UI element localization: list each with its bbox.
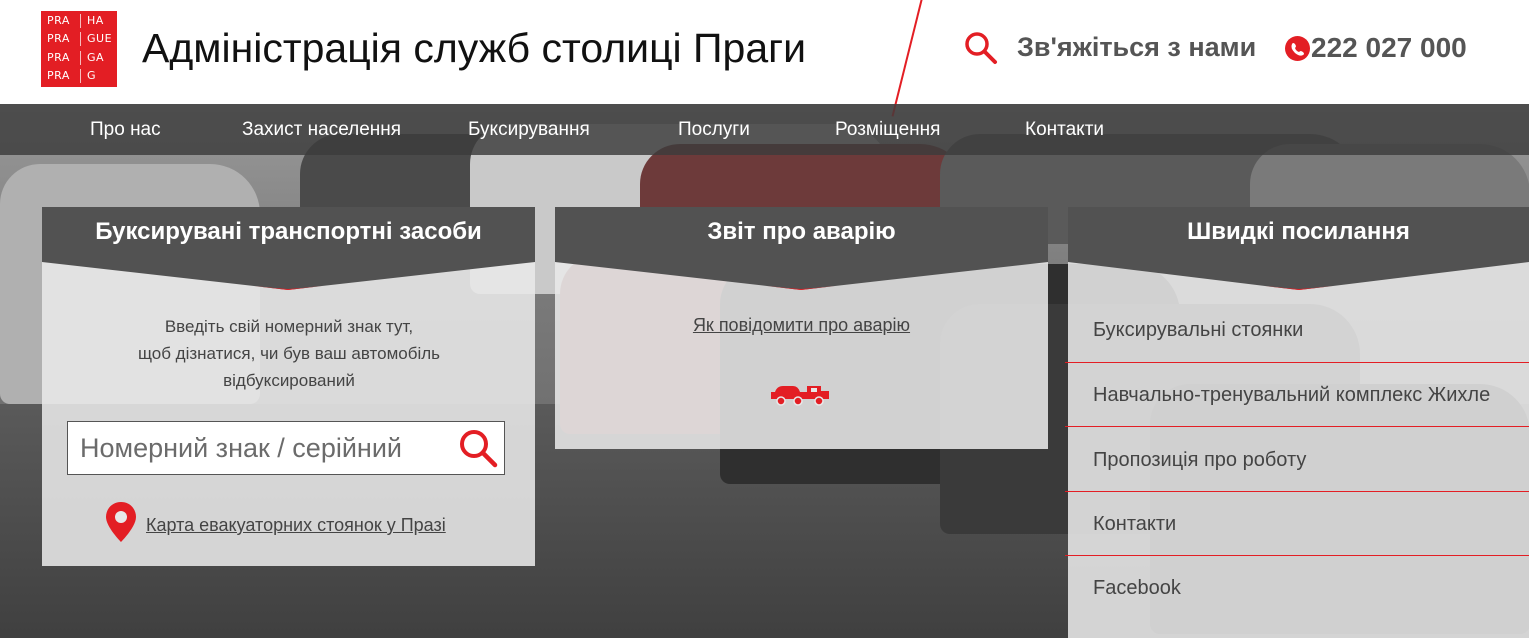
quick-link-facebook[interactable]: Facebook — [1093, 577, 1181, 600]
description-line: Введіть свій номерний знак тут, — [164, 317, 414, 336]
quick-link-training-complex[interactable]: Навчально-тренувальний комплекс Жихле — [1093, 384, 1490, 407]
logo-text-line: PRA HA — [47, 14, 117, 28]
logo-text: PRA — [47, 50, 70, 64]
quick-link-tow-lots[interactable]: Буксирувальні стоянки — [1093, 319, 1303, 342]
towed-description: Введіть свій номерний знак тут, щоб дізн… — [42, 313, 536, 394]
quick-links-panel: Швидкі посилання — [1068, 207, 1529, 638]
site-header: PRA HA PRA GUE PRA GA PRA G Адміністрація служб… — [0, 0, 1529, 117]
location-pin-icon — [106, 502, 136, 542]
license-plate-input[interactable] — [67, 421, 505, 475]
tow-truck-icon — [771, 386, 829, 406]
logo-text: G — [87, 68, 97, 82]
prague-logo[interactable]: PRA HA PRA GUE PRA GA PRA G — [41, 11, 117, 87]
logo-separator — [80, 32, 81, 47]
description-line: щоб дізнатися, чи був ваш автомобіль — [137, 344, 441, 363]
nav-item-contacts[interactable]: Контакти — [1025, 119, 1104, 141]
quick-link-job-offer[interactable]: Пропозиція про роботу — [1093, 449, 1306, 472]
logo-separator — [80, 68, 81, 83]
nav-item-services[interactable]: Послуги — [678, 119, 750, 141]
logo-text-line: PRA GA — [47, 50, 117, 65]
panel-title: Буксирувані транспортні засоби — [42, 207, 535, 256]
logo-text: GA — [87, 50, 105, 64]
quick-link-divider — [1065, 555, 1529, 556]
logo-text-line: PRA GUE — [47, 32, 117, 47]
logo-text: PRA — [47, 32, 70, 46]
quick-link-divider — [1065, 491, 1529, 492]
logo-text: HA — [87, 14, 104, 27]
panel-chevron — [555, 256, 1048, 290]
panel-title: Швидкі посилання — [1068, 207, 1529, 256]
nav-item-about[interactable]: Про нас — [90, 119, 161, 141]
nav-item-accommodation[interactable]: Розміщення — [835, 119, 940, 141]
logo-text: PRA — [47, 14, 70, 27]
description-line: відбуксирований — [223, 371, 355, 390]
quick-link-contacts[interactable]: Контакти — [1093, 513, 1176, 536]
logo-text-line: PRA G — [47, 68, 117, 83]
search-icon[interactable] — [964, 31, 998, 65]
nav-item-towing[interactable]: Буксирування — [468, 119, 590, 141]
quick-link-divider — [1065, 426, 1529, 427]
logo-separator — [80, 50, 81, 65]
logo-text: GUE — [87, 32, 113, 46]
main-nav: Про нас Захист населення Буксирування По… — [0, 104, 1529, 155]
panel-chevron — [1068, 256, 1529, 290]
phone-number[interactable]: 222 027 000 — [1311, 32, 1467, 64]
decorative-diagonal-line — [891, 0, 925, 117]
phone-icon — [1285, 36, 1310, 61]
panel-chevron — [42, 256, 535, 290]
tow-lots-map-link[interactable]: Карта евакуаторних стоянок у Празі — [146, 515, 446, 536]
nav-item-civil-protection[interactable]: Захист населення — [242, 119, 401, 141]
panel-title: Звіт про аварію — [555, 207, 1048, 256]
plate-search-icon[interactable] — [458, 428, 498, 468]
contact-us-link[interactable]: Зв'яжіться з нами — [1017, 32, 1256, 63]
how-to-report-accident-link[interactable]: Як повідомити про аварію — [556, 315, 1047, 336]
logo-text: PRA — [47, 68, 70, 82]
quick-link-divider — [1065, 362, 1529, 363]
site-title[interactable]: Адміністрація служб столиці Праги — [142, 25, 806, 72]
logo-separator — [80, 14, 81, 28]
